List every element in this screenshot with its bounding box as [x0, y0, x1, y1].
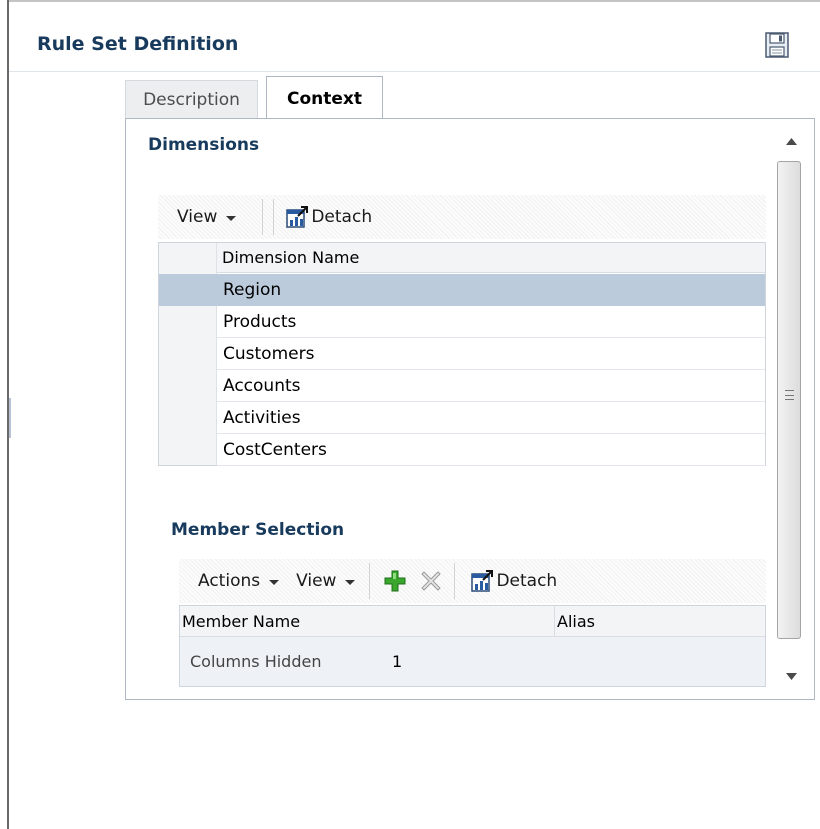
column-header-dimension-name[interactable]: Dimension Name — [217, 243, 765, 273]
member-detach-button[interactable]: Detach — [471, 570, 557, 592]
panel-title: Rule Set Definition — [37, 33, 239, 55]
table-row[interactable]: Products — [159, 306, 765, 338]
member-selection-heading: Member Selection — [171, 520, 345, 540]
member-view-label: View — [296, 571, 337, 591]
member-selection-table: Member Name Alias Columns Hidden 1 — [179, 605, 766, 687]
column-divider[interactable] — [554, 606, 555, 636]
column-header-label: Dimension Name — [222, 248, 360, 267]
columns-hidden-label: Columns Hidden — [190, 652, 322, 671]
toolbar-separator — [369, 563, 371, 599]
splitter-handle[interactable] — [9, 398, 11, 438]
tab-description-label: Description — [143, 90, 240, 110]
arrow-up-icon — [785, 137, 797, 145]
toolbar-separator — [262, 199, 264, 235]
dimensions-view-label: View — [177, 207, 218, 227]
detach-icon — [471, 570, 494, 592]
member-detach-label: Detach — [496, 571, 558, 591]
window-left-edge — [0, 0, 9, 829]
dimension-name-cell: Accounts — [217, 370, 765, 402]
toolbar-separator — [273, 199, 275, 235]
table-row[interactable]: Customers — [159, 338, 765, 370]
dimensions-detach-button[interactable]: Detach — [286, 206, 372, 228]
dimensions-heading: Dimensions — [148, 135, 260, 155]
tab-context[interactable]: Context — [266, 76, 383, 120]
dimensions-table: Dimension Name Region Products Customers… — [158, 242, 766, 466]
tab-description[interactable]: Description — [125, 80, 258, 119]
table-row[interactable]: CostCenters — [159, 434, 765, 466]
detach-icon — [286, 206, 309, 228]
save-icon[interactable] — [765, 32, 789, 58]
columns-hidden-count[interactable]: 1 — [392, 652, 402, 671]
chevron-down-icon — [345, 579, 356, 585]
dimension-name-cell: Region — [217, 274, 765, 306]
column-header-alias[interactable]: Alias — [557, 606, 595, 636]
table-row[interactable]: Region — [159, 274, 765, 306]
title-divider — [9, 71, 820, 72]
dimension-name-cell: Activities — [217, 402, 765, 434]
chevron-down-icon — [226, 215, 237, 221]
grip-icon — [785, 390, 794, 400]
add-icon[interactable] — [383, 569, 407, 593]
chevron-down-icon — [269, 579, 280, 585]
scroll-thumb[interactable] — [777, 161, 801, 639]
actions-label: Actions — [198, 571, 261, 591]
window-top-edge — [9, 0, 820, 2]
tab-context-label: Context — [286, 88, 362, 109]
dimension-name-cell: Customers — [217, 338, 765, 370]
dimension-name-cell: Products — [217, 306, 765, 338]
arrow-down-icon — [785, 672, 797, 680]
scroll-up-button[interactable] — [773, 121, 809, 161]
toolbar-separator — [454, 563, 456, 599]
context-tab-panel: Dimensions View Detach Dimension Name Re — [125, 118, 815, 700]
dimension-name-cell: CostCenters — [217, 434, 765, 466]
table-row[interactable]: Activities — [159, 402, 765, 434]
dimensions-view-menu[interactable]: View — [177, 207, 237, 227]
member-view-menu[interactable]: View — [296, 571, 356, 591]
vertical-scrollbar[interactable] — [773, 121, 809, 696]
actions-menu[interactable]: Actions — [198, 571, 280, 591]
table-status-bar: Columns Hidden 1 — [180, 637, 765, 686]
member-selection-toolbar: Actions View Detach — [179, 559, 766, 603]
scroll-down-button[interactable] — [773, 656, 809, 696]
table-row[interactable]: Accounts — [159, 370, 765, 402]
column-header-member-name[interactable]: Member Name — [182, 606, 300, 636]
member-table-header: Member Name Alias — [180, 606, 765, 637]
delete-icon[interactable] — [420, 570, 442, 592]
dimensions-toolbar: View Detach — [158, 195, 766, 239]
dimensions-detach-label: Detach — [311, 207, 373, 227]
